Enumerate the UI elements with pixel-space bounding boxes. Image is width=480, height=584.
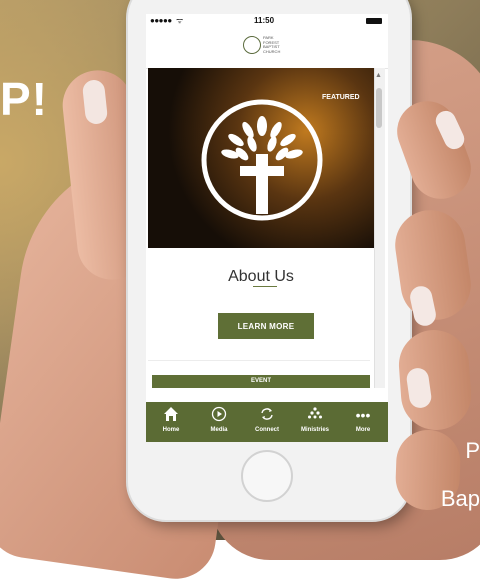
tree-cross-icon (201, 99, 323, 221)
tab-ministries[interactable]: Ministries (292, 406, 338, 440)
battery-icon (366, 18, 382, 24)
play-icon (196, 406, 242, 424)
bottom-tab-bar: Home Media Connect Ministries ••• More (146, 402, 388, 442)
featured-badge: FEATURED (322, 94, 360, 101)
signal-indicator: ●●●●● (150, 16, 172, 25)
home-button[interactable] (241, 450, 293, 502)
section-divider (148, 360, 370, 361)
title-underline (253, 286, 277, 287)
background-headline: P! (0, 73, 48, 125)
connect-icon (244, 406, 290, 424)
tab-home[interactable]: Home (148, 406, 194, 440)
learn-more-button[interactable]: LEARN MORE (218, 313, 314, 339)
home-icon (148, 406, 194, 424)
tab-more[interactable]: ••• More (340, 406, 386, 440)
people-icon (292, 406, 338, 424)
event-section-header[interactable]: EVENT (152, 375, 370, 388)
about-us-title: About Us (228, 268, 294, 285)
wifi-icon: ᯤ (176, 16, 184, 25)
status-bar: ●●●●● ᯤ 11:50 (146, 14, 388, 28)
church-logo-text: PARK FOREST BAPTIST CHURCH (263, 35, 281, 54)
scroll-up-icon[interactable]: ▲ (375, 72, 382, 79)
status-time: 11:50 (254, 16, 275, 25)
tab-media[interactable]: Media (196, 406, 242, 440)
scroll-thumb[interactable] (376, 88, 382, 128)
background-caption-line-2: Bap (440, 486, 480, 511)
tab-connect[interactable]: Connect (244, 406, 290, 440)
more-icon: ••• (355, 407, 371, 423)
church-logo-icon (243, 36, 261, 54)
background-caption-line-1: P (465, 438, 480, 463)
